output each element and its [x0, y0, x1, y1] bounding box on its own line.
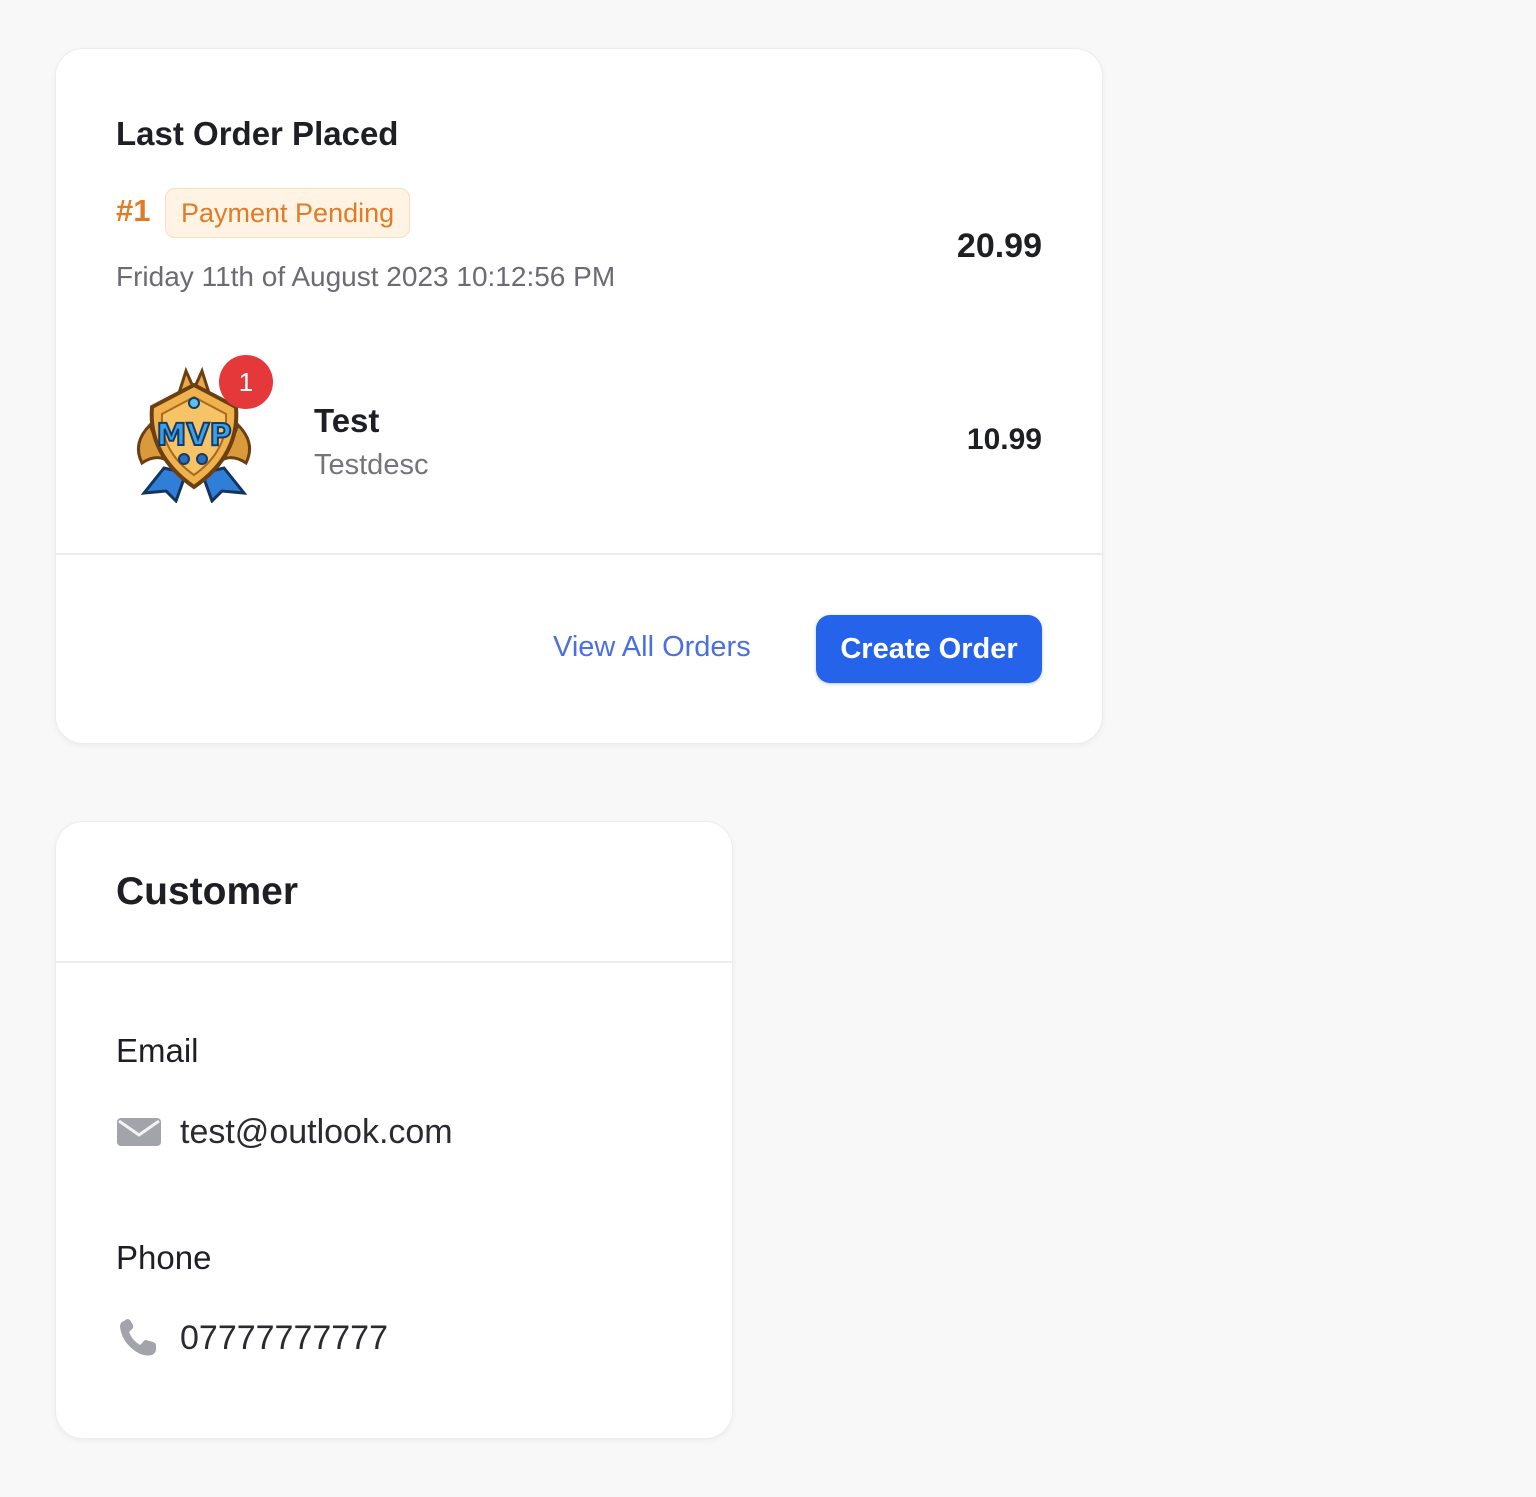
customer-title: Customer	[116, 870, 299, 913]
item-price: 10.99	[966, 423, 1042, 456]
customer-card-divider	[56, 961, 732, 963]
order-item-row: MVP 1 Test Testdesc 10.99	[116, 355, 1042, 507]
email-value[interactable]: test@outlook.com	[180, 1113, 453, 1152]
order-date: Friday 11th of August 2023 10:12:56 PM	[116, 261, 616, 292]
svg-text:MVP: MVP	[156, 418, 231, 453]
email-label: Email	[116, 1032, 199, 1069]
order-total: 20.99	[956, 227, 1042, 265]
status-badge: Payment Pending	[165, 188, 411, 238]
customer-card: Customer Email test@outlook.com Phone 07…	[55, 821, 733, 1439]
item-name: Test	[314, 402, 380, 439]
last-order-title: Last Order Placed	[116, 115, 399, 152]
envelope-icon	[116, 1115, 162, 1149]
phone-label: Phone	[116, 1239, 212, 1276]
item-description: Testdesc	[314, 449, 429, 481]
order-card-divider	[56, 553, 1102, 555]
last-order-card: Last Order Placed #1 Payment Pending Fri…	[55, 48, 1103, 744]
item-quantity-badge: 1	[219, 355, 273, 409]
phone-icon	[116, 1319, 162, 1356]
phone-value[interactable]: 07777777777	[180, 1319, 388, 1358]
order-number[interactable]: #1	[116, 193, 150, 229]
email-row: test@outlook.com	[116, 1110, 453, 1154]
phone-row: 07777777777	[116, 1316, 388, 1360]
view-all-orders-link[interactable]: View All Orders	[553, 631, 751, 664]
create-order-button[interactable]: Create Order	[816, 615, 1042, 683]
